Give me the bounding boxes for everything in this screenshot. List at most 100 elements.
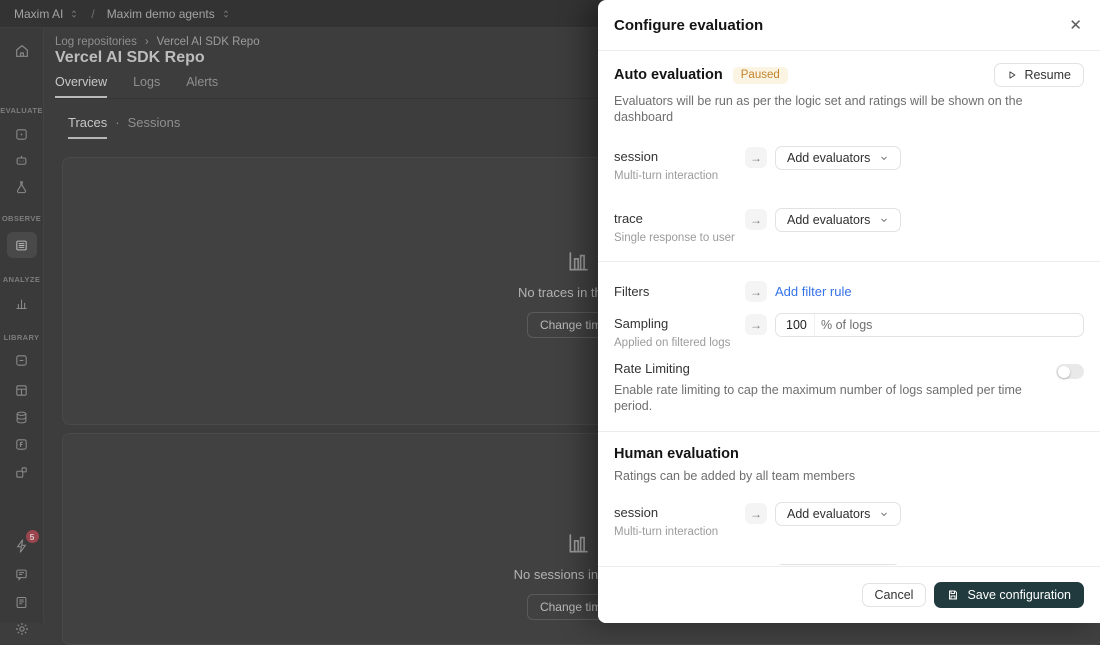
analytics-icon[interactable] — [14, 295, 30, 311]
sidebar-nav: EVALUATE OBSERVE ANALYZE LIBRARY — [0, 28, 44, 623]
sidebar-section-observe: OBSERVE — [0, 214, 43, 223]
cancel-button[interactable]: Cancel — [862, 583, 927, 607]
save-configuration-button[interactable]: Save configuration — [934, 582, 1084, 608]
subtab-traces[interactable]: Traces — [68, 115, 107, 139]
chevron-down-icon — [879, 215, 889, 225]
add-evaluators-dropdown[interactable]: Add evaluators — [775, 208, 901, 232]
database-icon[interactable] — [14, 409, 30, 425]
sidebar-section-analyze: ANALYZE — [0, 275, 43, 284]
home-icon[interactable] — [14, 43, 30, 59]
filters-label: Filters — [614, 281, 745, 302]
docs-icon[interactable] — [14, 594, 30, 610]
human-session-row: session Multi-turn interaction → Add eva… — [614, 505, 1084, 538]
bar-chart-icon — [566, 248, 592, 274]
arrow-right-icon: → — [745, 314, 767, 335]
auto-evaluation-description: Evaluators will be run as per the logic … — [614, 93, 1084, 125]
filters-row: Filters → Add filter rule — [614, 281, 1084, 302]
add-filter-rule-link[interactable]: Add filter rule — [775, 281, 1084, 302]
tab-overview[interactable]: Overview — [55, 75, 107, 98]
rate-limiting-row: Rate Limiting Enable rate limiting to ca… — [614, 361, 1084, 414]
feedback-icon[interactable] — [14, 566, 30, 582]
repo-tabs: Overview Logs Alerts — [55, 75, 611, 99]
sampling-row: Sampling Applied on filtered logs → % of… — [614, 316, 1084, 349]
workspace-switcher[interactable]: Maxim demo agents — [107, 7, 231, 21]
modal-title: Configure evaluation — [614, 17, 763, 34]
datasets-icon[interactable] — [14, 126, 30, 142]
human-evaluation-description: Ratings can be added by all team members — [614, 468, 1084, 484]
subtab-sessions[interactable]: Sessions — [128, 115, 181, 130]
session-sublabel: Multi-turn interaction — [614, 526, 745, 538]
rate-limiting-description: Enable rate limiting to cap the maximum … — [614, 382, 1056, 414]
auto-evaluation-title: Auto evaluation — [614, 67, 723, 83]
page-title: Vercel AI SDK Repo — [55, 49, 205, 67]
agent-simulation-icon[interactable] — [14, 152, 30, 168]
sampling-input-group: % of logs — [775, 313, 1084, 337]
arrow-right-icon: → — [745, 503, 767, 524]
chevron-down-icon — [879, 509, 889, 519]
switch-workspace-icon — [221, 9, 231, 19]
breadcrumb: Log repositories › Vercel AI SDK Repo — [55, 36, 260, 48]
settings-gear-icon[interactable] — [14, 621, 30, 637]
org-switcher[interactable]: Maxim AI — [14, 7, 79, 21]
toggle-knob — [1058, 366, 1070, 378]
plugins-icon[interactable] — [14, 464, 30, 480]
play-icon — [1007, 70, 1017, 80]
auto-session-row: session Multi-turn interaction → Add eva… — [614, 149, 1084, 182]
functions-icon[interactable] — [14, 436, 30, 452]
add-evaluators-label: Add evaluators — [787, 507, 870, 521]
section-divider — [598, 261, 1100, 262]
tab-logs[interactable]: Logs — [133, 75, 160, 98]
auto-trace-row: trace Single response to user → Add eval… — [614, 211, 1084, 244]
modal-header: Configure evaluation ✕ — [598, 0, 1100, 51]
add-evaluators-dropdown[interactable]: Add evaluators — [775, 502, 901, 526]
save-configuration-label: Save configuration — [967, 588, 1071, 602]
org-name: Maxim AI — [14, 7, 63, 21]
trace-sublabel: Single response to user — [614, 232, 745, 244]
bar-chart-icon — [566, 530, 592, 556]
resume-label: Resume — [1024, 68, 1071, 82]
chevron-down-icon — [879, 153, 889, 163]
add-evaluators-label: Add evaluators — [787, 213, 870, 227]
subtab-dot: · — [115, 115, 119, 130]
log-type-tabs: Traces · Sessions — [68, 115, 180, 130]
add-evaluators-dropdown[interactable]: Add evaluators — [775, 146, 901, 170]
configure-evaluation-modal: Configure evaluation ✕ Auto evaluation P… — [598, 0, 1100, 623]
breadcrumb-separator-icon: › — [145, 36, 149, 48]
arrow-right-icon: → — [745, 281, 767, 302]
workspace-name: Maxim demo agents — [107, 7, 215, 21]
human-evaluation-title: Human evaluation — [614, 446, 1084, 462]
path-separator: / — [91, 7, 94, 21]
modal-footer: Cancel Save configuration — [598, 566, 1100, 623]
prompts-icon[interactable] — [14, 352, 30, 368]
switch-org-icon — [69, 9, 79, 19]
paused-badge: Paused — [733, 67, 788, 84]
rate-limiting-label: Rate Limiting — [614, 361, 1056, 377]
save-icon — [947, 589, 959, 601]
tab-alerts[interactable]: Alerts — [186, 75, 218, 98]
arrow-right-icon: → — [745, 209, 767, 230]
sidebar-section-library: LIBRARY — [0, 333, 43, 342]
add-evaluators-dropdown[interactable]: Add evaluators — [775, 564, 901, 565]
sampling-suffix: % of logs — [814, 314, 882, 336]
modal-body: Auto evaluation Paused Resume Evaluators… — [598, 51, 1100, 565]
resume-button[interactable]: Resume — [994, 63, 1084, 87]
sidebar-section-evaluate: EVALUATE — [0, 106, 43, 115]
breadcrumb-parent[interactable]: Log repositories — [55, 36, 137, 48]
logs-icon[interactable] — [14, 237, 30, 253]
breadcrumb-current: Vercel AI SDK Repo — [157, 36, 260, 48]
session-sublabel: Multi-turn interaction — [614, 170, 745, 182]
sampling-sublabel: Applied on filtered logs — [614, 337, 745, 349]
add-evaluators-label: Add evaluators — [787, 151, 870, 165]
session-label: session — [614, 505, 745, 521]
activity-icon[interactable]: 5 — [14, 538, 30, 554]
rate-limiting-toggle[interactable] — [1056, 364, 1084, 379]
auto-evaluation-header: Auto evaluation Paused Resume — [614, 63, 1084, 87]
tables-icon[interactable] — [14, 382, 30, 398]
experiments-icon[interactable] — [14, 179, 30, 195]
session-label: session — [614, 149, 745, 165]
trace-label: trace — [614, 211, 745, 227]
sampling-percent-input[interactable] — [776, 314, 814, 336]
notification-badge: 5 — [26, 530, 39, 543]
close-icon[interactable]: ✕ — [1069, 18, 1082, 33]
section-divider — [598, 431, 1100, 432]
